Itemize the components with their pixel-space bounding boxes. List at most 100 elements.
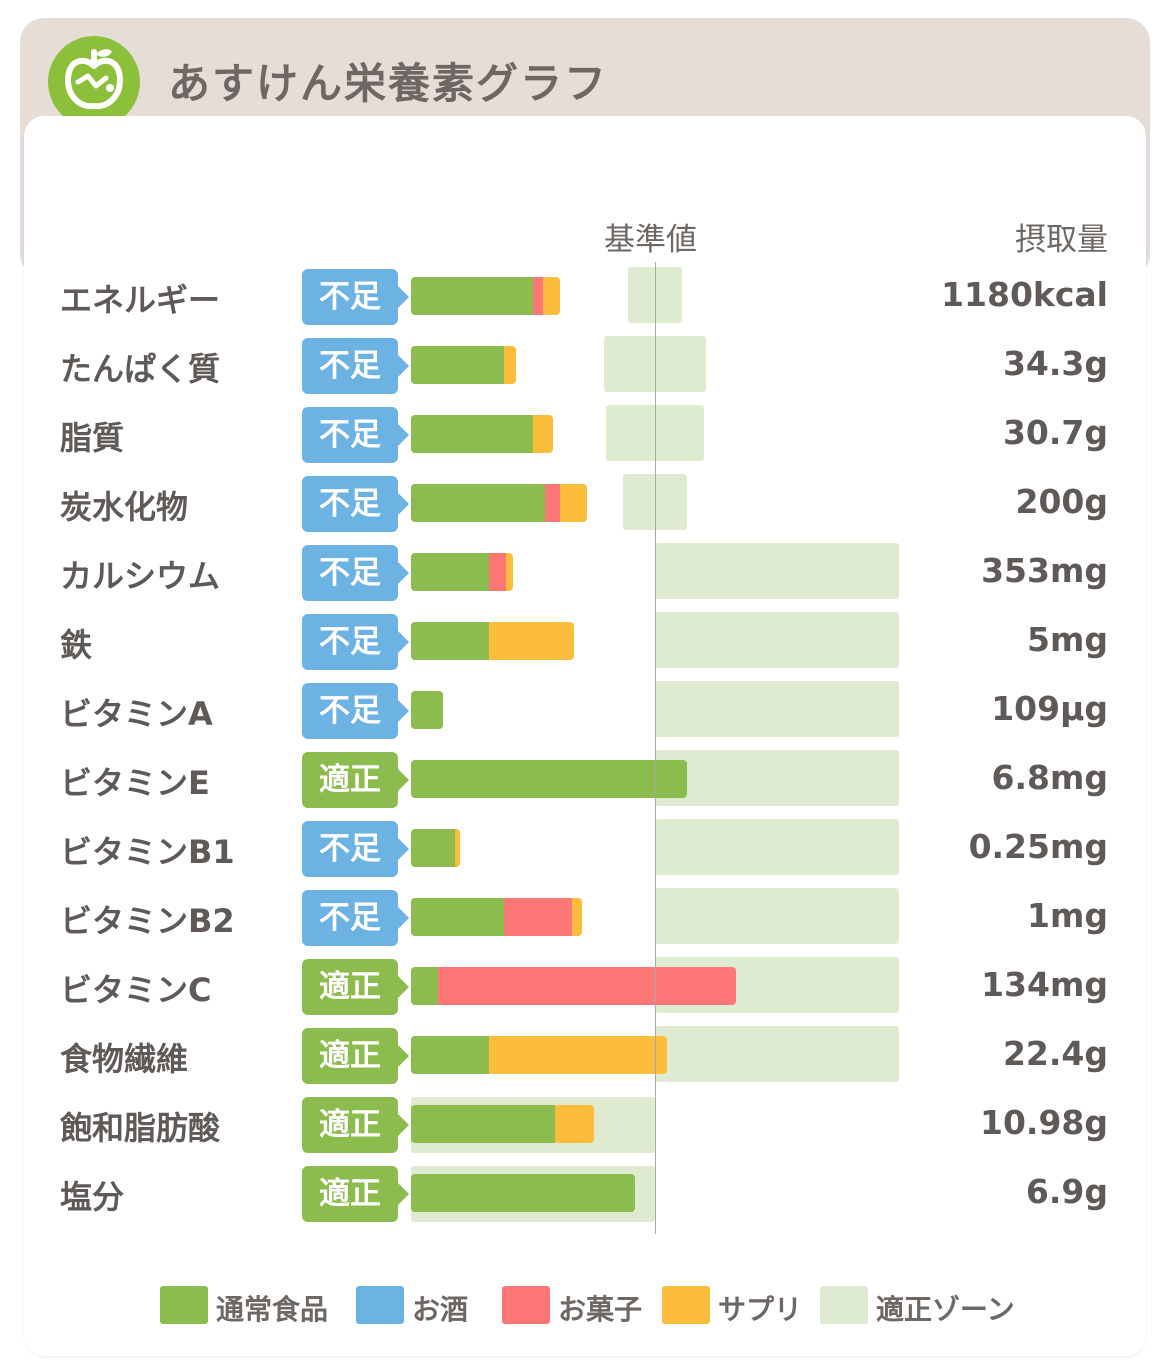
status-badge: 不足	[302, 545, 409, 601]
nutrient-row: 炭水化物 不足 200g	[0, 474, 1170, 534]
nutrient-row: ビタミンE 適正 6.8mg	[0, 750, 1170, 810]
intake-value: 10.98g	[979, 1103, 1108, 1142]
bar-segment	[411, 967, 438, 1005]
intake-value: 1mg	[1027, 896, 1108, 935]
intake-value: 5mg	[1027, 620, 1108, 659]
intake-value: 1180kcal	[941, 275, 1108, 314]
legend-swatch	[502, 1286, 550, 1324]
bar-segment	[411, 898, 504, 936]
nutrient-label: ビタミンA	[60, 695, 213, 733]
reference-line	[655, 262, 656, 1234]
bar-segment	[411, 622, 490, 660]
intake-value: 200g	[1015, 482, 1108, 521]
nutrient-row: 脂質 不足 30.7g	[0, 405, 1170, 465]
status-badge: 適正	[302, 1097, 409, 1153]
bar-segment	[542, 277, 560, 315]
optimal-zone	[655, 750, 899, 806]
nutrient-row: たんぱく質 不足 34.3g	[0, 336, 1170, 396]
legend-label: お菓子	[558, 1293, 643, 1326]
bar-segment	[533, 415, 553, 453]
intake-column-header: 摂取量	[1015, 222, 1108, 258]
nutrient-label: ビタミンC	[60, 971, 212, 1009]
status-badge: 不足	[302, 269, 409, 325]
nutrient-label: 食物繊維	[60, 1040, 189, 1078]
legend-label: 通常食品	[216, 1293, 329, 1326]
legend-label: お酒	[412, 1293, 469, 1326]
status-badge: 不足	[302, 476, 409, 532]
bar-segment	[533, 277, 543, 315]
intake-value: 22.4g	[1002, 1034, 1108, 1073]
bar-segment	[411, 415, 533, 453]
apple-logo-icon	[48, 36, 140, 128]
bar-segment	[545, 484, 560, 522]
bar-segment	[554, 1105, 594, 1143]
optimal-zone	[655, 888, 899, 944]
status-badge: 不足	[302, 890, 409, 946]
optimal-zone	[655, 612, 899, 668]
nutrient-row: ビタミンB2 不足 1mg	[0, 888, 1170, 948]
optimal-zone	[655, 1026, 899, 1082]
status-badge: 不足	[302, 338, 409, 394]
nutrient-label: 鉄	[60, 626, 93, 664]
nutrient-row: カルシウム 不足 353mg	[0, 543, 1170, 603]
intake-value: 34.3g	[1002, 344, 1108, 383]
optimal-zone	[655, 543, 899, 599]
legend-label: 適正ゾーン	[876, 1293, 1015, 1326]
bar-segment	[503, 346, 516, 384]
bar-segment	[411, 346, 504, 384]
nutrient-row: ビタミンC 適正 134mg	[0, 957, 1170, 1017]
bar-segment	[411, 1174, 636, 1212]
nutrient-label: 炭水化物	[60, 488, 189, 526]
page-title: あすけん栄養素グラフ	[168, 59, 609, 108]
nutrient-label: エネルギー	[60, 281, 221, 319]
legend: 通常食品 お酒 お菓子 サプリ 適正ゾーン	[0, 1284, 1170, 1328]
nutrient-row: 塩分 適正 6.9g	[0, 1164, 1170, 1224]
bar-segment	[506, 553, 514, 591]
base-column-header: 基準値	[604, 222, 697, 258]
bar-segment	[411, 760, 687, 798]
intake-value: 6.8mg	[991, 758, 1108, 797]
intake-value: 0.25mg	[968, 827, 1108, 866]
intake-value: 353mg	[981, 551, 1108, 590]
status-badge: 適正	[302, 1166, 409, 1222]
bar-segment	[411, 1036, 490, 1074]
legend-label: サプリ	[718, 1293, 803, 1326]
bar-segment	[454, 829, 460, 867]
nutrient-row: 飽和脂肪酸 適正 10.98g	[0, 1095, 1170, 1155]
bar-segment	[489, 1036, 668, 1074]
nutrient-label: 飽和脂肪酸	[60, 1109, 221, 1147]
status-badge: 不足	[302, 614, 409, 670]
optimal-zone	[655, 819, 899, 875]
bar-segment	[503, 898, 573, 936]
legend-swatch	[820, 1286, 868, 1324]
optimal-zone	[655, 681, 899, 737]
status-badge: 適正	[302, 959, 409, 1015]
bar-segment	[411, 1105, 555, 1143]
legend-swatch	[160, 1286, 208, 1324]
bar-segment	[489, 622, 575, 660]
bar-segment	[489, 553, 507, 591]
status-badge: 適正	[302, 1028, 409, 1084]
nutrient-row: ビタミンB1 不足 0.25mg	[0, 819, 1170, 879]
status-badge: 不足	[302, 821, 409, 877]
bar-segment	[411, 277, 533, 315]
nutrient-label: ビタミンB2	[60, 902, 235, 940]
bar-segment	[411, 484, 546, 522]
status-badge: 適正	[302, 752, 409, 808]
bar-segment	[559, 484, 587, 522]
nutrient-label: ビタミンB1	[60, 833, 235, 871]
nutrient-label: たんぱく質	[60, 350, 221, 388]
nutrient-label: ビタミンE	[60, 764, 210, 802]
intake-value: 109µg	[991, 689, 1108, 728]
status-badge: 不足	[302, 683, 409, 739]
nutrient-row: 鉄 不足 5mg	[0, 612, 1170, 672]
bar-segment	[411, 691, 443, 729]
legend-swatch	[356, 1286, 404, 1324]
nutrient-row: エネルギー 不足 1180kcal	[0, 267, 1170, 327]
intake-value: 134mg	[981, 965, 1108, 1004]
bar-segment	[411, 829, 455, 867]
nutrient-label: 脂質	[60, 419, 125, 457]
status-badge: 不足	[302, 407, 409, 463]
bar-segment	[437, 967, 736, 1005]
intake-value: 30.7g	[1002, 413, 1108, 452]
